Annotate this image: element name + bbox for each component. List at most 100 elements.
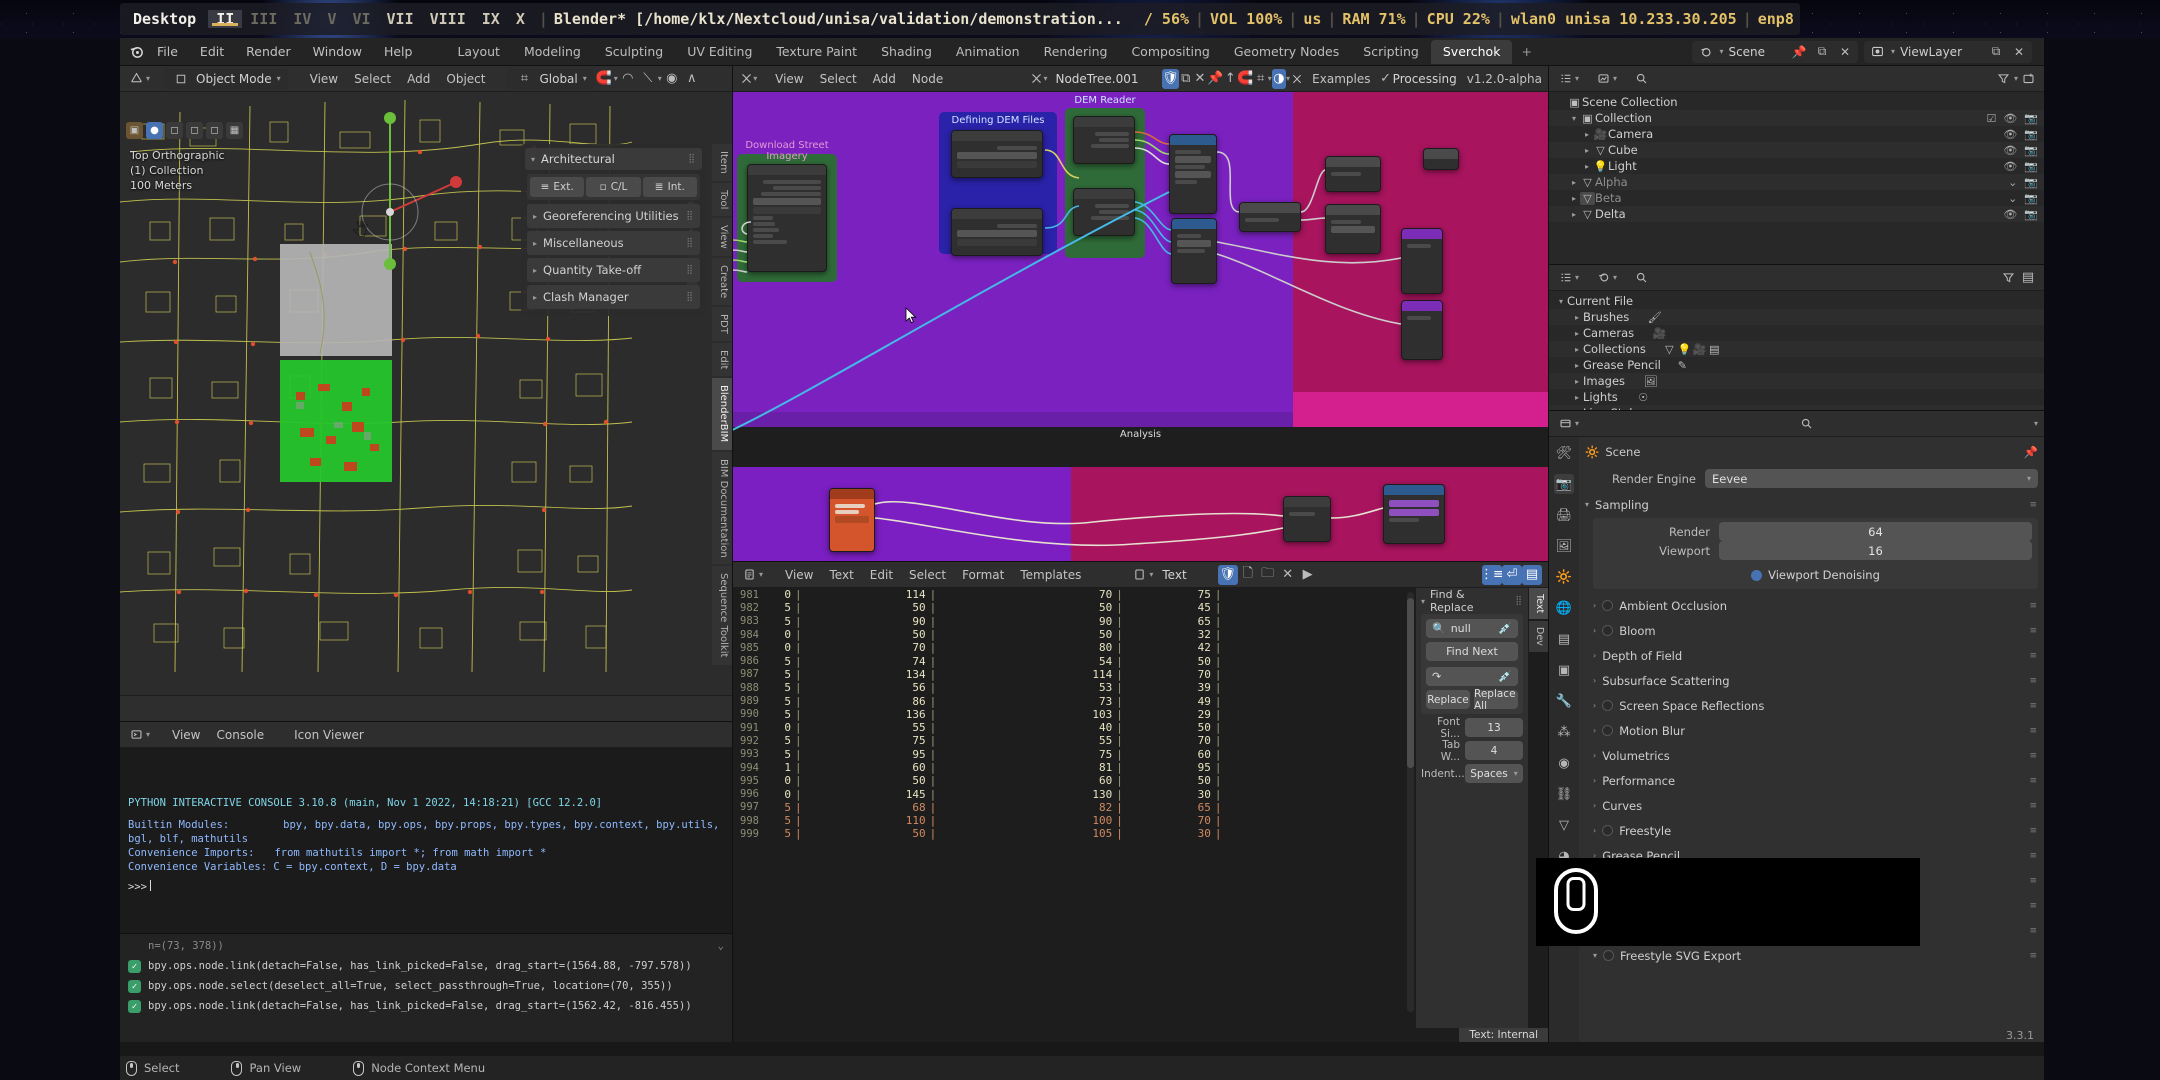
sidebar-tab-bim-documentation[interactable]: BIM Documentation bbox=[712, 451, 732, 565]
tab-animation[interactable]: Animation bbox=[944, 40, 1032, 64]
panel-depth-of-field[interactable]: › Depth of Field ≡ bbox=[1593, 645, 2038, 666]
camera-icon[interactable]: 📷 bbox=[2024, 144, 2038, 157]
info-log-list[interactable]: n=(73, 378)) ⌄ ✓ bpy.ops.node.link(detac… bbox=[120, 934, 732, 1042]
toggle-icon[interactable] bbox=[1602, 600, 1614, 611]
outliner-tree[interactable]: ▣ Scene Collection ▾ ▣ Collection ☑ 👁 📷 bbox=[1549, 92, 2044, 264]
tab-sverchok[interactable]: Sverchok bbox=[1430, 39, 1513, 64]
tab-shading[interactable]: Shading bbox=[869, 40, 944, 64]
drag-grip-icon[interactable]: ≡ bbox=[2029, 876, 2038, 886]
eye-icon[interactable]: 👁 bbox=[2003, 112, 2017, 125]
viewport-menu-add[interactable]: Add bbox=[399, 69, 438, 89]
transform-orientation-selector[interactable]: ⌗ Global ▾ bbox=[507, 68, 594, 89]
int-button[interactable]: ≣ Int. bbox=[642, 177, 697, 197]
panel-header-architectural[interactable]: ▾ Architectural ⣿ bbox=[525, 148, 702, 170]
close-icon[interactable]: ✕ bbox=[1193, 69, 1207, 89]
workspace-tag-9[interactable]: IX bbox=[474, 10, 508, 28]
expand-triangle-icon[interactable]: ▾ bbox=[1555, 297, 1567, 306]
drag-grip-icon[interactable]: ≡ bbox=[2029, 601, 2038, 611]
expand-triangle-icon[interactable]: ▸ bbox=[1581, 162, 1593, 171]
panel-clash-manager[interactable]: ▸ Clash Manager ⣿ bbox=[527, 285, 700, 309]
select-box-icon[interactable]: ▣ bbox=[126, 121, 143, 139]
sidebar-tab-create[interactable]: Create bbox=[712, 257, 732, 306]
expand-triangle-icon[interactable]: ▸ bbox=[1571, 377, 1583, 386]
workspace-tag-7[interactable]: VII bbox=[379, 10, 422, 28]
drag-grip-icon[interactable]: ≡ bbox=[2029, 726, 2038, 736]
panel-georeferencing-utilities[interactable]: ▸ Georeferencing Utilities ⣿ bbox=[527, 204, 700, 228]
drag-grip-icon[interactable]: ≡ bbox=[2029, 626, 2038, 636]
blendfile-row-current-file[interactable]: ▾ Current File bbox=[1549, 293, 2044, 309]
node-output-1[interactable] bbox=[1401, 228, 1443, 294]
editor-type-icon[interactable] bbox=[739, 69, 753, 89]
expand-triangle-icon[interactable]: ▸ bbox=[1571, 329, 1583, 338]
render-samples-field[interactable]: Render 64 bbox=[1599, 522, 2032, 541]
object-mode-selector[interactable]: Object Mode ▾ bbox=[164, 68, 288, 89]
node-menu-select[interactable]: Select bbox=[812, 69, 865, 89]
node-menu-node[interactable]: Node bbox=[904, 69, 951, 89]
drag-grip-icon[interactable]: ≡ bbox=[2029, 651, 2038, 661]
console-menu-view[interactable]: View bbox=[164, 725, 208, 745]
physics-properties-icon[interactable]: ◉ bbox=[1554, 753, 1574, 773]
node-canvas[interactable]: Download Street Imagery Defining DEM Fil… bbox=[733, 92, 1548, 561]
go-parent-icon[interactable]: ↑ bbox=[1223, 69, 1237, 89]
close-icon[interactable]: ✕ bbox=[1278, 565, 1298, 585]
node-analysis-input[interactable] bbox=[829, 488, 875, 552]
filter-icon[interactable] bbox=[1998, 268, 2018, 288]
workspace-tag-4[interactable]: IV bbox=[285, 10, 319, 28]
render-properties-icon[interactable]: 📷 bbox=[1554, 474, 1574, 494]
checkbox-icon[interactable]: ☑ bbox=[1986, 112, 1996, 125]
open-text-icon[interactable]: 🗀 bbox=[1258, 565, 1278, 585]
eye-icon[interactable]: 👁 bbox=[2003, 208, 2017, 221]
toggle-icon[interactable] bbox=[1603, 950, 1615, 961]
outliner-row-toggles[interactable]: 👁 📷 bbox=[2003, 208, 2038, 221]
panel-subsurface-scattering[interactable]: › Subsurface Scattering ≡ bbox=[1593, 670, 2038, 691]
outliner-display-icon[interactable] bbox=[1593, 69, 1613, 89]
expand-triangle-icon[interactable]: ▸ bbox=[1568, 194, 1580, 203]
panel-screen-space-reflections[interactable]: › Screen Space Reflections ≡ bbox=[1593, 695, 2038, 716]
tab-compositing[interactable]: Compositing bbox=[1119, 40, 1221, 64]
text-content[interactable]: 981 0 | 114 | 70 | 75 | 982 5 | 50 | 50 | 45 | 983 5 | 90 | 9… bbox=[733, 588, 1416, 1028]
viewlayer-selector[interactable]: ▾ ViewLayer ⧉ ✕ bbox=[1864, 40, 2032, 63]
viewport-canvas[interactable]: Top Orthographic (1) Collection 100 Mete… bbox=[120, 92, 732, 695]
tab-rendering[interactable]: Rendering bbox=[1032, 40, 1120, 64]
tab-scripting[interactable]: Scripting bbox=[1351, 40, 1431, 64]
menu-edit[interactable]: Edit bbox=[189, 41, 235, 63]
new-text-icon[interactable]: 🗋 bbox=[1238, 565, 1258, 585]
find-next-button[interactable]: Find Next bbox=[1426, 642, 1518, 661]
scene-properties-icon[interactable]: 🔆 bbox=[1554, 567, 1574, 587]
sidebar-tab-blenderbim[interactable]: BlenderBIM bbox=[712, 378, 732, 450]
node-viewer-2[interactable] bbox=[1171, 218, 1217, 284]
drag-grip-icon[interactable]: ≡ bbox=[2029, 500, 2038, 510]
node-dem-reader-2[interactable] bbox=[1073, 188, 1135, 236]
panel-performance[interactable]: › Performance ≡ bbox=[1593, 770, 2038, 791]
eye-icon[interactable]: 👁 bbox=[2003, 128, 2017, 141]
sidebar-tab-item[interactable]: Item bbox=[712, 144, 732, 181]
render-engine-field[interactable]: Render Engine Eevee ▾ bbox=[1585, 469, 2038, 488]
find-replace-panel-header[interactable]: ▾ Find & Replace ⣿ bbox=[1421, 588, 1523, 614]
outliner-row-camera[interactable]: ▸ 🎥 Camera 👁 📷 bbox=[1549, 126, 2044, 142]
line-numbers-icon[interactable]: ⋮≡ bbox=[1480, 564, 1504, 585]
replace-input[interactable]: ↷ 💉 bbox=[1426, 667, 1518, 686]
drag-grip-icon[interactable]: ≡ bbox=[2029, 851, 2038, 861]
viewport-denoising-checkbox[interactable]: Viewport Denoising bbox=[1599, 565, 2032, 585]
expand-triangle-icon[interactable]: ▸ bbox=[1568, 210, 1580, 219]
constraints-properties-icon[interactable]: ⛓ bbox=[1554, 784, 1574, 804]
drag-grip-icon[interactable]: ≡ bbox=[2029, 751, 2038, 761]
indent-field[interactable]: Indent... Spaces ▾ bbox=[1421, 764, 1523, 783]
drag-grip-icon[interactable]: ≡ bbox=[2029, 701, 2038, 711]
panel-bloom[interactable]: › Bloom ≡ bbox=[1593, 620, 2038, 641]
viewport-samples-field[interactable]: Viewport 16 bbox=[1599, 541, 2032, 560]
expand-triangle-icon[interactable]: ▸ bbox=[1581, 146, 1593, 155]
syntax-highlight-icon[interactable]: ▤ bbox=[1522, 564, 1542, 585]
sidebar-tab-dev[interactable]: Dev bbox=[1529, 621, 1548, 653]
proportional-falloff-icon[interactable]: ⟍ bbox=[638, 69, 658, 89]
blendfile-row-grease-pencil[interactable]: ▸ Grease Pencil ✎ bbox=[1549, 357, 2044, 373]
text-menu-edit[interactable]: Edit bbox=[862, 565, 901, 585]
blendfile-display-icon[interactable] bbox=[1593, 268, 1613, 288]
blendfile-tree[interactable]: ▾ Current File ▸ Brushes 🖌 ▸ Cameras 🎥 ▸… bbox=[1549, 291, 2044, 410]
tab-texture-paint[interactable]: Texture Paint bbox=[764, 40, 869, 64]
editor-type-icon[interactable] bbox=[126, 69, 146, 89]
toggle-icon[interactable] bbox=[1602, 725, 1614, 736]
drag-grip-icon[interactable]: ≡ bbox=[2029, 901, 2038, 911]
replace-button[interactable]: Replace bbox=[1426, 690, 1470, 709]
eye-icon[interactable]: 👁 bbox=[2003, 144, 2017, 157]
